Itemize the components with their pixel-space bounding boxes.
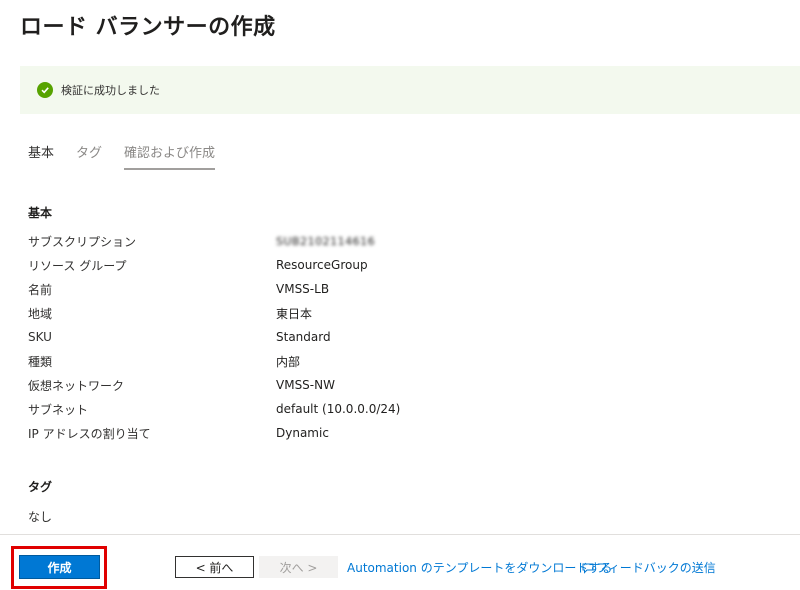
more-options-button[interactable]: … <box>262 12 277 28</box>
summary-row-type: 種類 内部 <box>28 349 300 373</box>
summary-row-name: 名前 VMSS-LB <box>28 277 329 301</box>
feedback-icon <box>582 563 594 574</box>
feedback-label: フィードバックの送信 <box>596 561 716 575</box>
row-label: 種類 <box>28 354 53 369</box>
create-button[interactable]: 作成 <box>19 555 100 579</box>
row-value: Standard <box>276 330 331 344</box>
row-value: VMSS-NW <box>276 378 335 392</box>
next-button[interactable]: 次へ > <box>259 556 338 578</box>
page-title: ロード バランサーの作成 <box>20 15 276 40</box>
summary-row-ip-assignment: IP アドレスの割り当て Dynamic <box>28 421 329 445</box>
validation-banner: 検証に成功しました <box>20 66 800 114</box>
row-label: IP アドレスの割り当て <box>28 426 151 441</box>
summary-row-region: 地域 東日本 <box>28 301 312 325</box>
page-header: ロード バランサーの作成 <box>20 10 276 40</box>
row-label: リソース グループ <box>28 258 127 273</box>
row-value: SUB2102114616 <box>276 234 376 248</box>
wizard-tabs: 基本 タグ 確認および作成 <box>28 144 237 170</box>
row-label: SKU <box>28 330 52 344</box>
row-label: サブスクリプション <box>28 234 137 249</box>
summary-row-virtual-network: 仮想ネットワーク VMSS-NW <box>28 373 335 397</box>
row-value: VMSS-LB <box>276 282 330 296</box>
previous-button[interactable]: < 前へ <box>175 556 254 578</box>
row-value: Dynamic <box>276 426 329 440</box>
tab-tags[interactable]: タグ <box>76 144 102 170</box>
section-title-basic: 基本 <box>28 206 53 220</box>
download-automation-template-link[interactable]: Automation のテンプレートをダウンロードする <box>347 559 612 576</box>
row-label: 地域 <box>28 306 53 321</box>
tab-basic[interactable]: 基本 <box>28 144 54 170</box>
section-title-tags: タグ <box>28 480 53 494</box>
row-value: default (10.0.0.0/24) <box>276 402 401 416</box>
row-value: 東日本 <box>276 306 313 321</box>
tab-review-create[interactable]: 確認および作成 <box>124 144 216 170</box>
summary-row-subscription: サブスクリプション SUB2102114616 <box>28 229 375 253</box>
row-value: 内部 <box>276 354 301 369</box>
row-label: サブネット <box>28 402 89 417</box>
row-label: 名前 <box>28 282 53 297</box>
success-check-icon <box>37 82 53 98</box>
validation-message: 検証に成功しました <box>61 84 160 97</box>
feedback-link[interactable]: フィードバックの送信 <box>582 559 716 576</box>
row-label: 仮想ネットワーク <box>28 378 125 393</box>
summary-row-sku: SKU Standard <box>28 325 331 349</box>
summary-row-resource-group: リソース グループ ResourceGroup <box>28 253 368 277</box>
summary-row-subnet: サブネット default (10.0.0.0/24) <box>28 397 400 421</box>
tags-value: なし <box>28 510 53 524</box>
row-value: ResourceGroup <box>276 258 368 272</box>
footer-divider <box>0 534 800 535</box>
